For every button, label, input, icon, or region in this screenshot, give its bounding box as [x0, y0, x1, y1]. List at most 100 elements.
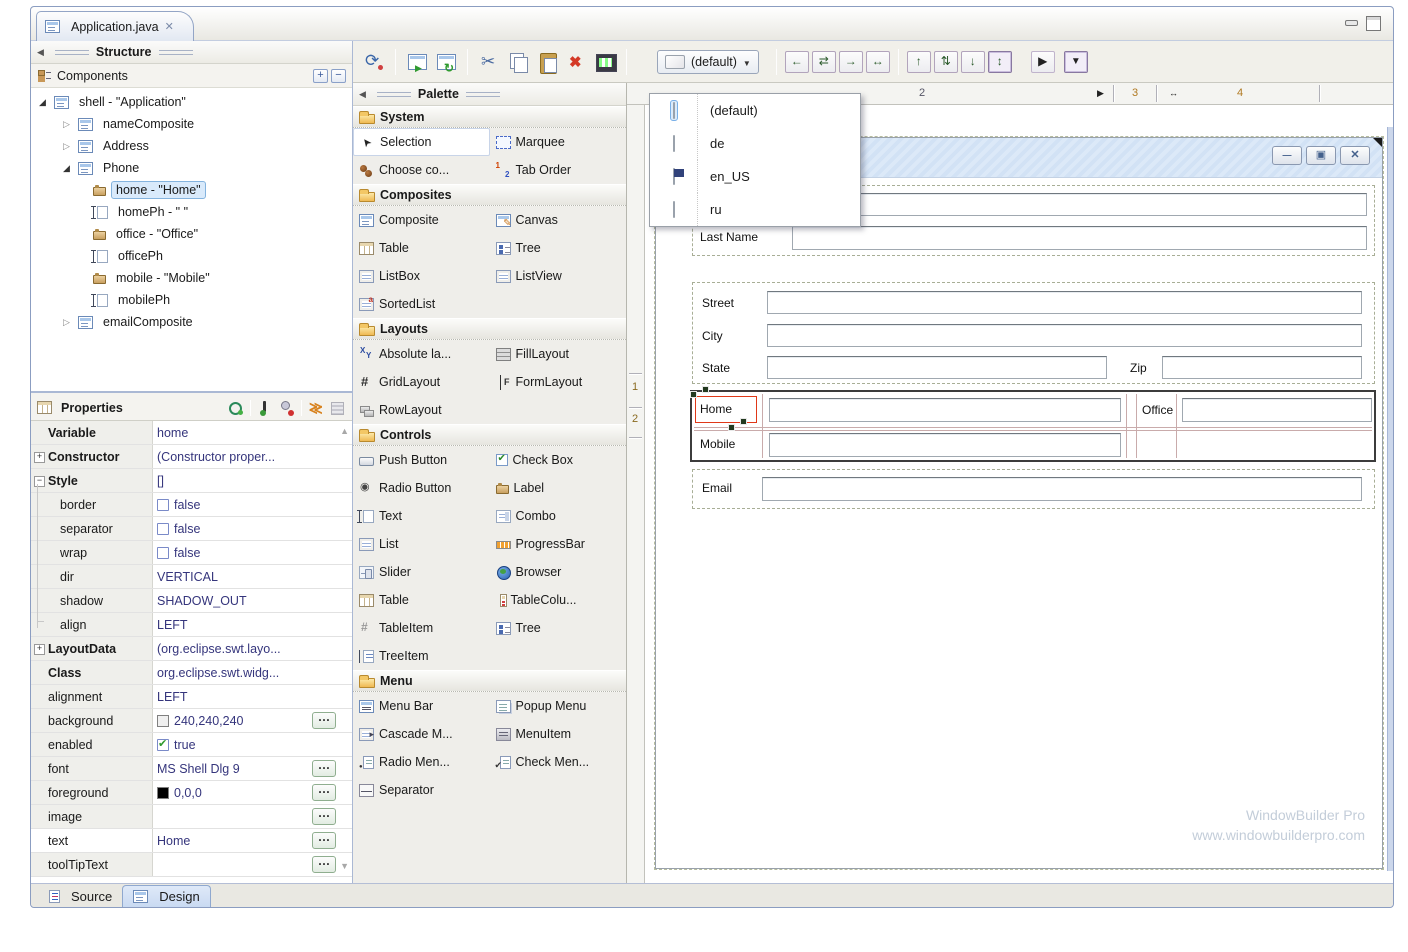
paste-button[interactable] — [534, 49, 560, 75]
palette-item-marquee[interactable]: Marquee — [490, 128, 627, 156]
collapse-panel-icon[interactable] — [359, 89, 366, 100]
align-center-horizontal-button[interactable] — [812, 51, 836, 73]
zip-label[interactable]: Zip — [1130, 361, 1147, 375]
locale-combo[interactable]: (default) — [657, 50, 759, 74]
palette-item-radio-menuitem[interactable]: Radio Men... — [353, 748, 490, 776]
minimize-view-icon[interactable] — [1343, 16, 1359, 29]
tree-item-home-label[interactable]: home - "Home" — [31, 179, 352, 201]
tree-item-address[interactable]: Address — [31, 135, 352, 157]
street-field[interactable] — [767, 291, 1362, 314]
palette-item-rowlayout[interactable]: RowLayout — [353, 396, 490, 424]
locale-option-en-us[interactable]: en_US — [650, 160, 860, 193]
ellipsis-button[interactable] — [312, 856, 336, 873]
palette-item-absolute-layout[interactable]: Absolute la... — [353, 340, 490, 368]
scroll-up-icon[interactable] — [340, 426, 349, 436]
reparse-button[interactable] — [361, 49, 387, 75]
show-advanced-properties-icon[interactable] — [308, 400, 325, 416]
ellipsis-button[interactable] — [312, 808, 336, 825]
checkbox-unchecked-icon[interactable] — [157, 523, 169, 535]
categorize-properties-icon[interactable] — [227, 400, 244, 416]
externalize-strings-button[interactable] — [592, 49, 618, 75]
mobile-label[interactable]: Mobile — [700, 437, 735, 451]
test-window-button[interactable] — [404, 49, 430, 75]
palette-item-table[interactable]: Table — [353, 586, 490, 614]
row-header-1[interactable]: 1 — [632, 381, 638, 393]
palette-item-text[interactable]: Text — [353, 502, 490, 530]
vertical-size-hint-button[interactable] — [1064, 51, 1088, 73]
editor-tab-application-java[interactable]: Application.java — [36, 11, 194, 41]
refresh-button[interactable] — [433, 49, 459, 75]
selection-handle[interactable] — [690, 391, 697, 398]
expander-icon[interactable] — [39, 97, 54, 108]
palette-category-system[interactable]: System — [353, 106, 626, 128]
collapse-all-button[interactable] — [331, 69, 346, 83]
align-right-button[interactable] — [839, 51, 863, 73]
ellipsis-button[interactable] — [312, 760, 336, 777]
palette-item-sortedlist[interactable]: SortedList — [353, 290, 490, 318]
office-label[interactable]: Office — [1142, 403, 1173, 417]
goto-definition-icon[interactable] — [278, 400, 295, 416]
palette-item-progressbar[interactable]: ProgressBar — [490, 530, 627, 558]
copy-button[interactable] — [505, 49, 531, 75]
palette-item-radio-button[interactable]: Radio Button — [353, 474, 490, 502]
column-header-4[interactable]: 4 — [1237, 87, 1243, 99]
email-field[interactable] — [762, 477, 1362, 501]
expand-all-button[interactable] — [313, 69, 328, 83]
maximize-view-icon[interactable] — [1365, 16, 1381, 29]
expander-icon[interactable] — [63, 317, 78, 328]
street-label[interactable]: Street — [702, 296, 734, 310]
column-header-2[interactable]: 2 — [919, 87, 925, 99]
palette-item-cascade-menu[interactable]: Cascade M... — [353, 720, 490, 748]
palette-category-layouts[interactable]: Layouts — [353, 318, 626, 340]
palette-item-combo[interactable]: Combo — [490, 502, 627, 530]
row-ruler[interactable]: 1 2 — [627, 105, 645, 883]
tree-item-emailcomposite[interactable]: emailComposite — [31, 311, 352, 333]
city-label[interactable]: City — [702, 329, 723, 343]
locale-option-ru[interactable]: ru — [650, 193, 860, 226]
designed-application-window[interactable]: Last Name Street City State Zip — [655, 137, 1383, 869]
palette-category-controls[interactable]: Controls — [353, 424, 626, 446]
tree-item-namecomposite[interactable]: nameComposite — [31, 113, 352, 135]
palette-item-slider[interactable]: Slider — [353, 558, 490, 586]
designed-minimize-button[interactable] — [1272, 146, 1302, 165]
designed-close-button[interactable] — [1340, 146, 1370, 165]
locale-option-default[interactable]: (default) — [650, 94, 860, 127]
align-bottom-button[interactable] — [961, 51, 985, 73]
email-label[interactable]: Email — [702, 481, 732, 495]
collapse-panel-icon[interactable] — [37, 47, 44, 58]
tree-item-officeph[interactable]: officePh — [31, 245, 352, 267]
palette-category-menu[interactable]: Menu — [353, 670, 626, 692]
palette-item-list[interactable]: List — [353, 530, 490, 558]
ellipsis-button[interactable] — [312, 712, 336, 729]
palette-item-separator[interactable]: Separator — [353, 776, 490, 804]
checkbox-checked-icon[interactable] — [157, 739, 169, 751]
palette-category-composites[interactable]: Composites — [353, 184, 626, 206]
last-name-field[interactable] — [792, 226, 1367, 250]
zip-field[interactable] — [1162, 356, 1362, 379]
palette-item-popup-menu[interactable]: Popup Menu — [490, 692, 627, 720]
tab-source[interactable]: Source — [39, 885, 122, 907]
palette-item-tree[interactable]: Tree — [490, 614, 627, 642]
align-left-button[interactable] — [785, 51, 809, 73]
palette-item-tablecolumn[interactable]: TableColu... — [490, 586, 627, 614]
expander-icon[interactable] — [63, 141, 78, 152]
home-phone-field[interactable] — [769, 398, 1121, 422]
ellipsis-button[interactable] — [312, 832, 336, 849]
phone-composite[interactable]: Home Office Mobile — [690, 390, 1376, 462]
close-tab-icon[interactable] — [165, 20, 174, 33]
show-events-icon[interactable] — [257, 400, 274, 416]
tree-item-office-label[interactable]: office - "Office" — [31, 223, 352, 245]
office-phone-field[interactable] — [1182, 398, 1372, 422]
tree-item-mobile-label[interactable]: mobile - "Mobile" — [31, 267, 352, 289]
palette-item-check-menuitem[interactable]: Check Men... — [490, 748, 627, 776]
scroll-down-icon[interactable] — [340, 861, 349, 871]
selection-handle[interactable] — [702, 386, 709, 393]
palette-item-tree[interactable]: Tree — [490, 234, 627, 262]
palette-item-table[interactable]: Table — [353, 234, 490, 262]
fill-vertical-button[interactable] — [988, 51, 1012, 73]
palette-item-check-box[interactable]: Check Box — [490, 446, 627, 474]
column-header-3[interactable]: 3 — [1132, 87, 1138, 99]
tree-item-shell[interactable]: shell - "Application" — [31, 91, 352, 113]
palette-item-filllayout[interactable]: FillLayout — [490, 340, 627, 368]
palette-item-gridlayout[interactable]: GridLayout — [353, 368, 490, 396]
